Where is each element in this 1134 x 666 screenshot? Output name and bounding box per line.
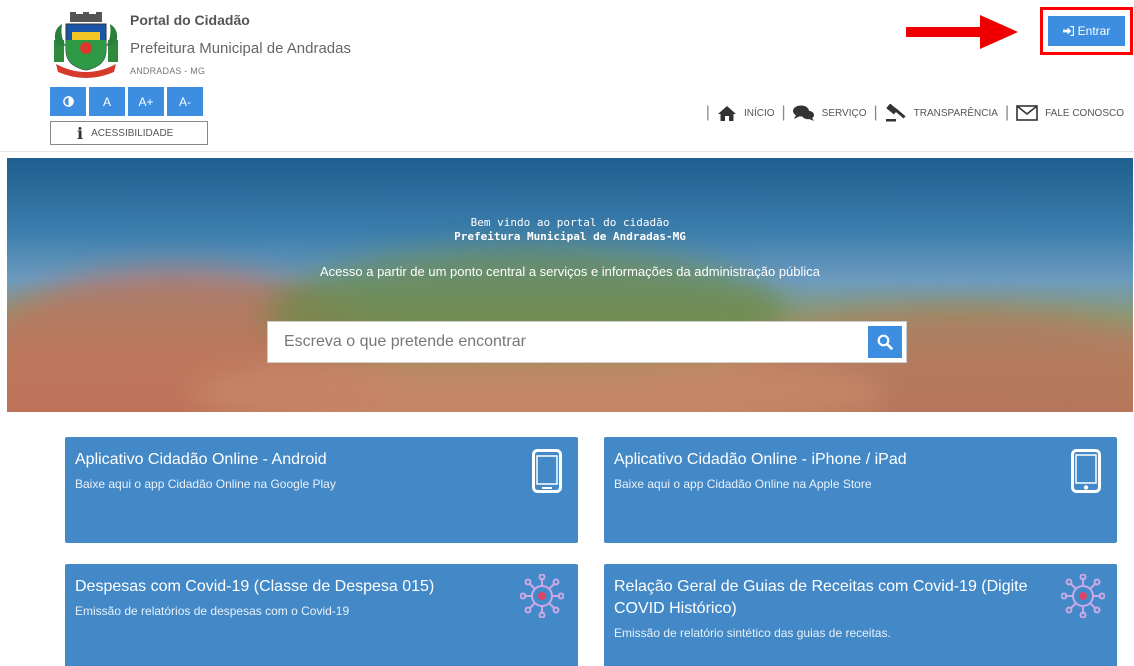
card-covid-expenses[interactable]: Despesas com Covid-19 (Classe de Despesa… [65, 564, 578, 666]
hero-banner: Bem vindo ao portal do cidadão Prefeitur… [7, 158, 1133, 412]
nav-separator: | [781, 104, 786, 121]
sign-in-icon [1062, 26, 1074, 36]
font-increase-button[interactable]: A+ [128, 87, 164, 116]
font-normal-button[interactable]: A [89, 87, 125, 116]
accessibility-label: ACESSIBILIDADE [91, 127, 174, 139]
search-input[interactable] [268, 322, 868, 362]
main-nav: | INÍCIO | SERVIÇO | TRANSPARÊNCIA | FAL… [699, 104, 1124, 122]
header: Portal do Cidadão Prefeitura Municipal d… [0, 0, 1134, 152]
nav-separator: | [1004, 104, 1010, 121]
card-description: Emissão de relatórios de despesas com o … [75, 604, 350, 618]
contrast-icon [62, 96, 74, 107]
search-button[interactable] [868, 326, 902, 358]
nav-label-servico: SERVIÇO [821, 107, 867, 119]
chat-bubbles-icon [792, 105, 814, 121]
nav-label-transparencia: TRANSPARÊNCIA [913, 107, 998, 119]
nav-label-inicio: INÍCIO [743, 107, 775, 119]
nav-separator: | [873, 104, 878, 121]
search-icon [877, 334, 893, 350]
gavel-icon [885, 104, 906, 122]
iphone-icon [1071, 449, 1101, 493]
card-description: Baixe aqui o app Cidadão Online na Googl… [75, 477, 336, 491]
login-button[interactable]: Entrar [1048, 16, 1125, 46]
nav-separator: | [705, 104, 710, 121]
accessibility-buttons: A A+ A- [50, 87, 203, 116]
card-title: Relação Geral de Guias de Receitas com C… [614, 578, 1028, 617]
site-city: ANDRADAS - MG [130, 66, 206, 76]
card-title: Aplicativo Cidadão Online - Android [75, 451, 327, 468]
card-android-app[interactable]: Aplicativo Cidadão Online - Android Baix… [65, 437, 578, 543]
coat-of-arms-logo[interactable] [48, 10, 124, 78]
login-label: Entrar [1077, 24, 1111, 38]
nav-item-fale-conosco[interactable]: FALE CONOSCO [1016, 105, 1124, 121]
accessibility-link[interactable]: i ACESSIBILIDADE [50, 121, 208, 145]
envelope-icon [1016, 105, 1038, 121]
card-iphone-app[interactable]: Aplicativo Cidadão Online - iPhone / iPa… [604, 437, 1117, 543]
hero-welcome-line2: Prefeitura Municipal de Andradas-MG [454, 230, 686, 243]
card-description: Emissão de relatório sintético das guias… [614, 626, 891, 640]
virus-icon [1061, 574, 1105, 618]
nav-item-inicio[interactable]: INÍCIO [717, 105, 775, 122]
site-title: Portal do Cidadão [130, 12, 250, 28]
nav-item-transparencia[interactable]: TRANSPARÊNCIA [885, 104, 998, 122]
hero-tagline: Acesso a partir de um ponto central a se… [319, 264, 821, 279]
nav-label-fale-conosco: FALE CONOSCO [1045, 107, 1124, 119]
card-title: Aplicativo Cidadão Online - iPhone / iPa… [614, 451, 907, 468]
site-subtitle: Prefeitura Municipal de Andradas [130, 40, 351, 57]
card-description: Baixe aqui o app Cidadão Online na Apple… [614, 477, 872, 491]
info-icon: i [77, 123, 84, 143]
card-title: Despesas com Covid-19 (Classe de Despesa… [75, 578, 435, 595]
virus-icon [520, 574, 564, 618]
hero-welcome-line1: Bem vindo ao portal do cidadão [470, 216, 670, 229]
contrast-button[interactable] [50, 87, 86, 116]
android-phone-icon [532, 449, 562, 493]
search-bar [267, 321, 907, 363]
login-highlight-box: Entrar [1040, 7, 1133, 55]
card-covid-revenue[interactable]: Relação Geral de Guias de Receitas com C… [604, 564, 1117, 666]
red-arrow-annotation [906, 15, 1018, 49]
home-icon [717, 105, 736, 121]
hero-welcome: Bem vindo ao portal do cidadão Prefeitur… [7, 216, 1133, 244]
nav-item-servico[interactable]: SERVIÇO [792, 105, 867, 121]
font-decrease-button[interactable]: A- [167, 87, 203, 116]
